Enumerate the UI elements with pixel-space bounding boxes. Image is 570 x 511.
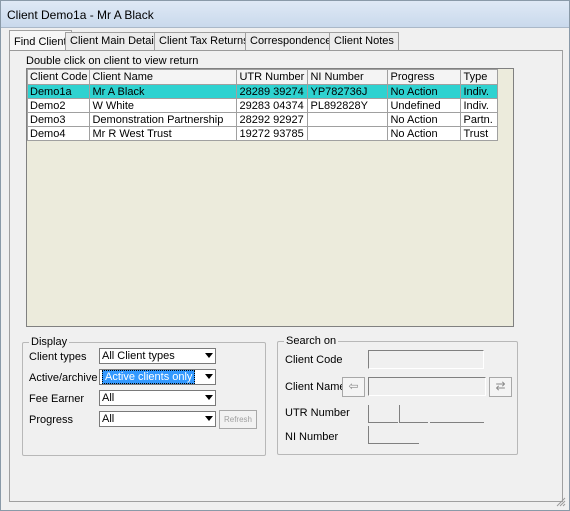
- tab-client-main-details[interactable]: Client Main Details: [65, 32, 167, 50]
- title-bar[interactable]: Client Demo1a - Mr A Black: [1, 1, 569, 28]
- display-group: Display Client types All Client types Ac…: [22, 336, 266, 456]
- utr-divider: [430, 405, 484, 423]
- window-title: Client Demo1a - Mr A Black: [7, 8, 154, 22]
- active-archive-label: Active/archive: [29, 372, 98, 384]
- cell-progress: No Action: [387, 126, 462, 141]
- cell-client-code: Demo3: [26, 112, 91, 127]
- client-types-select[interactable]: All Client types: [99, 348, 216, 364]
- client-types-value: All Client types: [102, 350, 175, 362]
- cell-type: Trust: [460, 126, 499, 141]
- utr-number-label: UTR Number: [285, 407, 350, 419]
- cell-ni-number: YP782736J: [307, 84, 389, 99]
- progress-value: All: [102, 413, 115, 425]
- chevron-down-icon: [205, 395, 213, 400]
- progress-label: Progress: [29, 414, 74, 426]
- column-header-client-code[interactable]: Client Code: [26, 69, 91, 85]
- chevron-down-icon: [205, 416, 213, 421]
- ni-number-label: NI Number: [285, 431, 339, 443]
- client-types-label: Client types: [29, 351, 87, 363]
- hint-text: Double click on client to view return: [26, 55, 199, 67]
- chevron-down-icon: [205, 374, 213, 379]
- cell-type: Indiv.: [460, 84, 499, 99]
- cell-ni-number: [307, 126, 389, 141]
- tab-find-client[interactable]: Find Client: [9, 30, 72, 51]
- cell-client-name: Mr A Black: [89, 84, 238, 99]
- fee-earner-select[interactable]: All: [99, 390, 216, 406]
- cell-client-name: Demonstration Partnership: [89, 112, 238, 127]
- search-group: Search on Client Code Client Name ⇦ ⇄ UT…: [277, 335, 518, 455]
- find-client-panel: Double click on client to view return Cl…: [9, 50, 563, 502]
- table-row[interactable]: Demo2 W White 29283 04374 PL892828Y Unde…: [26, 98, 499, 113]
- cell-ni-number: [307, 112, 389, 127]
- resize-grip-icon[interactable]: [556, 497, 566, 507]
- cell-client-name: W White: [89, 98, 238, 113]
- tab-client-notes[interactable]: Client Notes: [329, 32, 399, 50]
- lookup-icon[interactable]: ⇄: [489, 377, 512, 397]
- utr-part1-input[interactable]: [368, 405, 398, 423]
- table-row[interactable]: Demo3 Demonstration Partnership 28292 92…: [26, 112, 499, 127]
- cell-client-code: Demo2: [26, 98, 91, 113]
- ni-number-input[interactable]: [368, 426, 419, 444]
- client-window: Client Demo1a - Mr A Black Find Client C…: [0, 0, 570, 511]
- column-header-type[interactable]: Type: [460, 69, 499, 85]
- client-table: Client Code Client Name UTR Number NI Nu…: [26, 69, 499, 141]
- cell-type: Partn.: [460, 112, 499, 127]
- tab-client-tax-returns[interactable]: Client Tax Returns: [154, 32, 254, 50]
- cell-client-name: Mr R West Trust: [89, 126, 238, 141]
- chevron-down-icon: [205, 353, 213, 358]
- fee-earner-label: Fee Earner: [29, 393, 85, 405]
- cell-utr-number: 28292 92927: [236, 112, 309, 127]
- fee-earner-value: All: [102, 392, 115, 404]
- client-grid[interactable]: Client Code Client Name UTR Number NI Nu…: [26, 68, 514, 327]
- search-legend: Search on: [284, 335, 339, 347]
- cell-progress: Undefined: [387, 98, 462, 113]
- cell-ni-number: PL892828Y: [307, 98, 389, 113]
- client-code-label: Client Code: [285, 354, 343, 366]
- cell-type: Indiv.: [460, 98, 499, 113]
- arrow-left-icon[interactable]: ⇦: [342, 377, 365, 397]
- column-header-progress[interactable]: Progress: [387, 69, 462, 85]
- cell-progress: No Action: [387, 112, 462, 127]
- active-archive-value: Active clients only: [102, 370, 196, 384]
- table-row[interactable]: Demo4 Mr R West Trust 19272 93785 No Act…: [26, 126, 499, 141]
- table-row[interactable]: Demo1a Mr A Black 28289 39274 YP782736J …: [26, 84, 499, 99]
- progress-select[interactable]: All: [99, 411, 216, 427]
- cell-client-code: Demo4: [26, 126, 91, 141]
- cell-utr-number: 28289 39274: [236, 84, 309, 99]
- client-code-input[interactable]: [368, 350, 484, 369]
- cell-utr-number: 29283 04374: [236, 98, 309, 113]
- table-header-row: Client Code Client Name UTR Number NI Nu…: [26, 69, 499, 85]
- column-header-utr-number[interactable]: UTR Number: [236, 69, 309, 85]
- client-name-label: Client Name: [285, 381, 346, 393]
- cell-progress: No Action: [387, 84, 462, 99]
- utr-part2-input[interactable]: [399, 405, 428, 423]
- refresh-button[interactable]: Refresh: [219, 410, 257, 429]
- column-header-client-name[interactable]: Client Name: [89, 69, 238, 85]
- tab-correspondence[interactable]: Correspondence: [245, 32, 337, 50]
- client-name-input[interactable]: [368, 377, 486, 396]
- cell-utr-number: 19272 93785: [236, 126, 309, 141]
- column-header-ni-number[interactable]: NI Number: [307, 69, 389, 85]
- active-archive-select[interactable]: Active clients only: [99, 369, 216, 385]
- cell-client-code: Demo1a: [26, 84, 91, 99]
- display-legend: Display: [29, 336, 70, 348]
